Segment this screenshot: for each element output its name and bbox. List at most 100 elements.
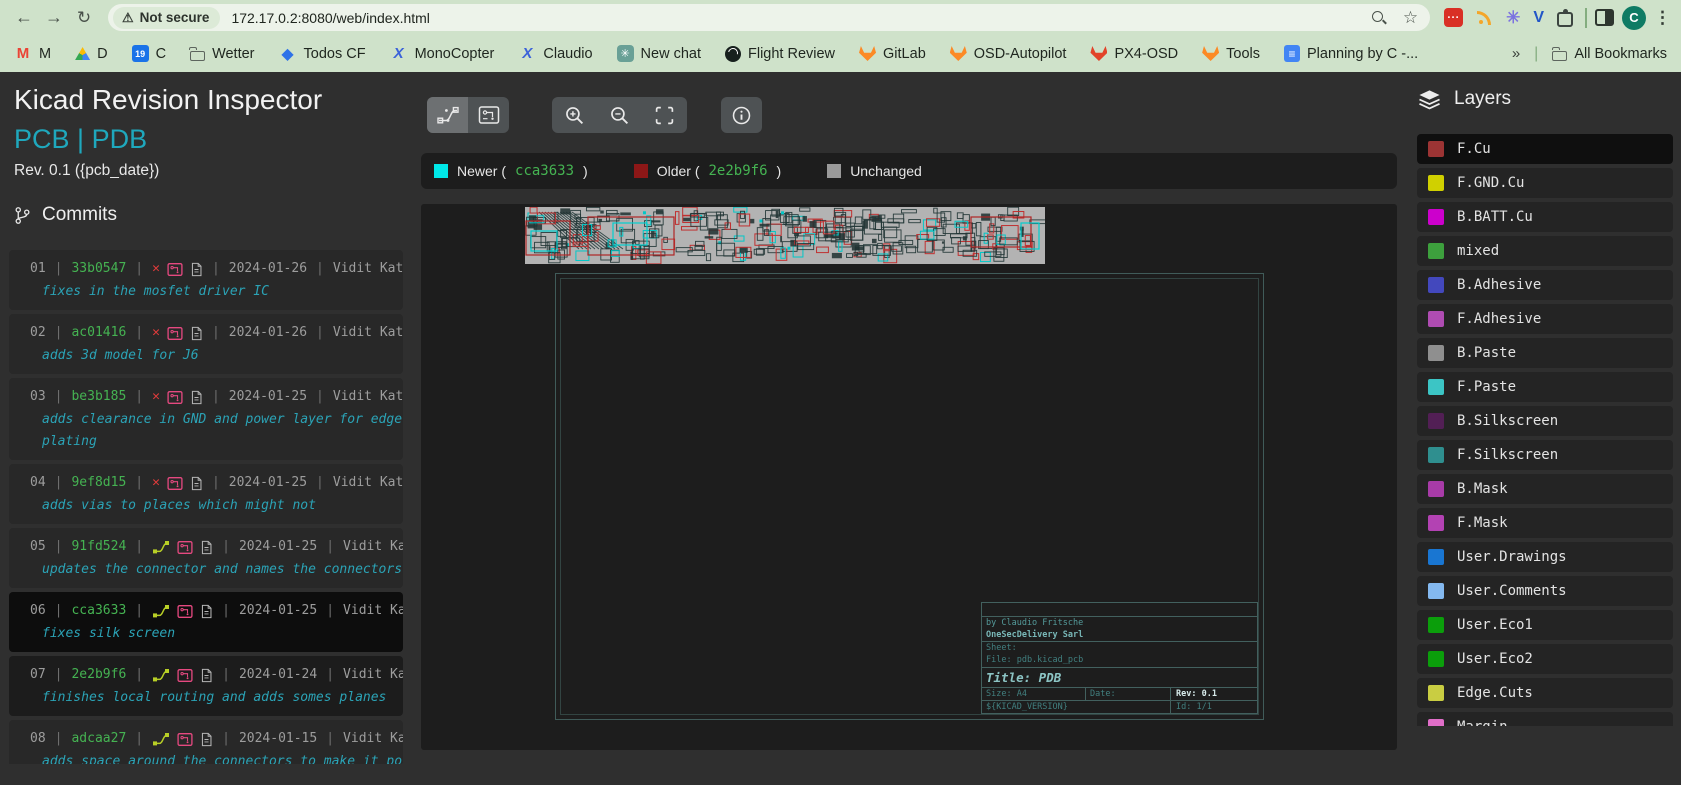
zoom-page-icon[interactable] — [1371, 10, 1387, 26]
side-panel-icon[interactable] — [1595, 9, 1614, 26]
no-diff-icon — [152, 322, 160, 344]
layer-row[interactable]: B.Mask — [1417, 474, 1673, 504]
zoom-in-button[interactable] — [552, 97, 597, 133]
pcb-file-icon[interactable] — [167, 476, 183, 491]
address-bar[interactable]: Not secure 172.17.0.2:8080/web/index.htm… — [108, 4, 1430, 31]
extensions-puzzle-icon[interactable] — [1557, 12, 1573, 27]
doc-file-icon[interactable] — [200, 732, 213, 747]
layer-row[interactable]: B.BATT.Cu — [1417, 202, 1673, 232]
pcb-view-button[interactable] — [468, 97, 509, 133]
commit-card[interactable]: 08 adcaa27 — [9, 720, 403, 764]
commit-card[interactable]: 05 91fd524 — [9, 528, 403, 588]
commit-number: 01 — [30, 258, 46, 280]
commit-card[interactable]: 07 2e2b9f6 — [9, 656, 403, 716]
pdb-link[interactable]: PDB — [92, 124, 148, 154]
layer-row[interactable]: User.Comments — [1417, 576, 1673, 606]
diff-trace-icon[interactable] — [152, 603, 170, 619]
doc-file-icon[interactable] — [200, 540, 213, 555]
diff-trace-icon[interactable] — [152, 539, 170, 555]
bookmark-item[interactable]: Wetter — [190, 46, 254, 62]
layer-row[interactable]: B.Paste — [1417, 338, 1673, 368]
doc-file-icon[interactable] — [190, 262, 203, 277]
bookmarks-overflow-chevron[interactable]: » — [1512, 45, 1520, 62]
vimium-extension-icon[interactable] — [1533, 9, 1544, 27]
layer-row[interactable]: Margin — [1417, 712, 1673, 726]
forward-icon[interactable] — [40, 4, 68, 32]
commit-header: 04 9ef8d15 — [21, 471, 403, 495]
doc-file-icon[interactable] — [190, 390, 203, 405]
bookmark-item[interactable]: MonoCopter — [390, 45, 495, 63]
commit-card[interactable]: 02 ac01416 — [9, 314, 403, 374]
commit-card[interactable]: 01 33b0547 — [9, 250, 403, 310]
all-bookmarks-button[interactable]: All Bookmarks — [1552, 46, 1667, 62]
commit-card[interactable]: 04 9ef8d15 — [9, 464, 403, 524]
titleblock-file: File: pdb.kicad_pcb — [982, 654, 1257, 667]
layer-row[interactable]: User.Eco2 — [1417, 644, 1673, 674]
pcb-file-icon[interactable] — [177, 668, 193, 683]
diff-view-button[interactable] — [427, 97, 468, 133]
bookmark-item[interactable]: PX4-OSD — [1090, 46, 1178, 62]
doc-file-icon[interactable] — [190, 326, 203, 341]
layer-row[interactable]: B.Adhesive — [1417, 270, 1673, 300]
layer-row[interactable]: Edge.Cuts — [1417, 678, 1673, 708]
pcb-file-icon[interactable] — [177, 732, 193, 747]
layer-row[interactable]: User.Eco1 — [1417, 610, 1673, 640]
pcb-file-icon[interactable] — [167, 390, 183, 405]
layer-row[interactable]: F.Adhesive — [1417, 304, 1673, 334]
bookmark-item[interactable]: Claudio — [518, 45, 592, 63]
layer-color-swatch — [1428, 583, 1444, 599]
layer-row[interactable]: B.Silkscreen — [1417, 406, 1673, 436]
bookmark-item[interactable]: OSD-Autopilot — [950, 46, 1067, 62]
layer-color-swatch — [1428, 549, 1444, 565]
bookmark-item[interactable]: D — [75, 46, 107, 62]
pcb-file-icon[interactable] — [167, 326, 183, 341]
commit-hash: ac01416 — [71, 322, 126, 344]
snowflake-extension-icon[interactable] — [1506, 8, 1520, 28]
bookmark-item[interactable]: Todos CF — [279, 45, 366, 63]
profile-avatar[interactable]: C — [1622, 6, 1646, 30]
doc-file-icon[interactable] — [190, 476, 203, 491]
layer-row[interactable]: User.Drawings — [1417, 542, 1673, 572]
pcb-file-icon[interactable] — [177, 540, 193, 555]
bookmark-item[interactable]: GitLab — [859, 46, 926, 62]
layer-row[interactable]: F.Paste — [1417, 372, 1673, 402]
zoom-out-button[interactable] — [597, 97, 642, 133]
adblock-extension-icon[interactable] — [1444, 8, 1463, 27]
layer-row[interactable]: F.GND.Cu — [1417, 168, 1673, 198]
pcb-file-icon[interactable] — [167, 262, 183, 277]
diff-trace-icon[interactable] — [152, 667, 170, 683]
titleblock-version: ${KICAD_VERSION} — [982, 701, 1170, 713]
bookmark-item[interactable]: Tools — [1202, 46, 1260, 62]
commit-card[interactable]: 03 be3b185 — [9, 378, 403, 460]
legend-paren: ) — [777, 163, 782, 179]
layer-row[interactable]: mixed — [1417, 236, 1673, 266]
zoom-in-icon — [564, 105, 585, 126]
info-button[interactable] — [721, 97, 762, 133]
back-icon[interactable] — [10, 4, 38, 32]
sidebar: Kicad Revision Inspector PCB | PDB Rev. … — [0, 72, 412, 764]
bookmark-item[interactable]: Planning by C -... — [1284, 45, 1418, 62]
layer-row[interactable]: F.Mask — [1417, 508, 1673, 538]
bookmark-item[interactable]: New chat — [617, 45, 701, 62]
bookmark-star-icon[interactable] — [1403, 8, 1418, 28]
reload-icon[interactable] — [70, 4, 98, 32]
bookmark-item[interactable]: M — [14, 45, 51, 63]
doc-file-icon[interactable] — [200, 604, 213, 619]
bookmark-item[interactable]: 19 C — [132, 45, 166, 62]
doc-file-icon[interactable] — [200, 668, 213, 683]
pcb-link[interactable]: PCB — [14, 124, 70, 154]
pcb-file-icon[interactable] — [177, 604, 193, 619]
zoom-fit-button[interactable] — [642, 97, 687, 133]
divider — [55, 258, 63, 280]
folder-icon — [190, 51, 205, 61]
rss-extension-icon[interactable] — [1476, 9, 1493, 26]
security-chip[interactable]: Not secure — [113, 7, 220, 29]
menu-kebab-icon[interactable] — [1654, 8, 1671, 28]
commit-card[interactable]: 06 cca3633 — [9, 592, 403, 652]
divider — [212, 258, 220, 280]
layer-row[interactable]: F.Silkscreen — [1417, 440, 1673, 470]
diff-trace-icon[interactable] — [152, 731, 170, 747]
layer-row[interactable]: F.Cu — [1417, 134, 1673, 164]
bookmark-item[interactable]: Flight Review — [725, 46, 835, 62]
pcb-canvas[interactable]: by Claudio Fritsche OneSecDelivery Sarl … — [421, 204, 1397, 750]
